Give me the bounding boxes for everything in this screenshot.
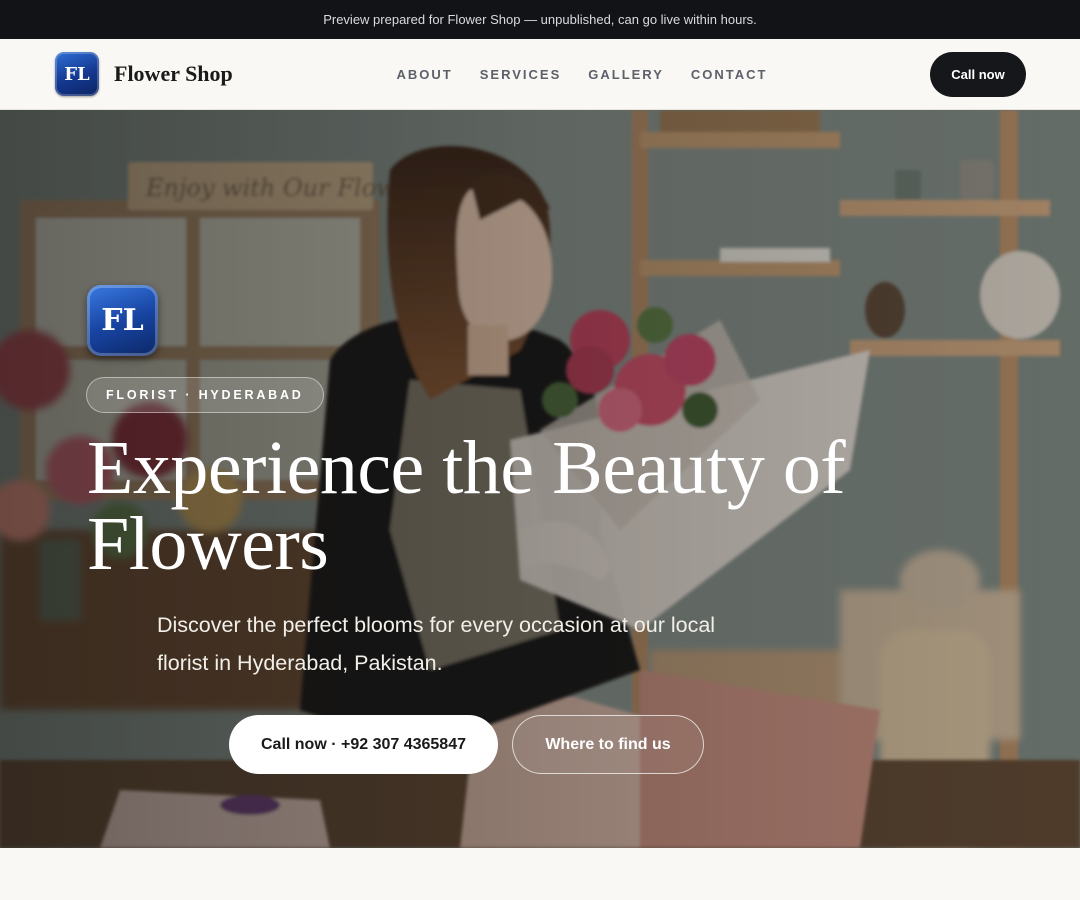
hero-section: Enjoy with Our Flowers bbox=[0, 110, 1080, 848]
nav-services[interactable]: SERVICES bbox=[480, 67, 562, 82]
header-call-button[interactable]: Call now bbox=[930, 52, 1026, 97]
nav-contact[interactable]: CONTACT bbox=[691, 67, 768, 82]
call-now-button[interactable]: Call now · +92 307 4365847 bbox=[229, 715, 498, 774]
hero-subtitle: Discover the perfect blooms for every oc… bbox=[157, 613, 716, 675]
next-section bbox=[0, 848, 1080, 900]
brand-logo: FL bbox=[55, 52, 99, 96]
hero-logo-initials: FL bbox=[101, 303, 144, 338]
find-us-button[interactable]: Where to find us bbox=[512, 715, 704, 774]
preview-banner: Preview prepared for Flower Shop — unpub… bbox=[0, 0, 1080, 39]
category-badge-text: FLORIST · HYDERABAD bbox=[106, 388, 304, 402]
brand-logo-initials: FL bbox=[64, 63, 90, 85]
brand-name: Flower Shop bbox=[114, 61, 233, 86]
category-badge: FLORIST · HYDERABAD bbox=[86, 377, 324, 413]
brand[interactable]: FL Flower Shop bbox=[55, 52, 233, 96]
nav-about[interactable]: ABOUT bbox=[397, 67, 453, 82]
hero-title: Experience the Beauty of Flowers bbox=[87, 426, 846, 586]
hero-logo: FL bbox=[87, 285, 158, 356]
site-header: FL Flower Shop ABOUT SERVICES GALLERY CO… bbox=[0, 39, 1080, 110]
preview-banner-text: Preview prepared for Flower Shop — unpub… bbox=[323, 12, 757, 27]
nav-gallery[interactable]: GALLERY bbox=[588, 67, 664, 82]
